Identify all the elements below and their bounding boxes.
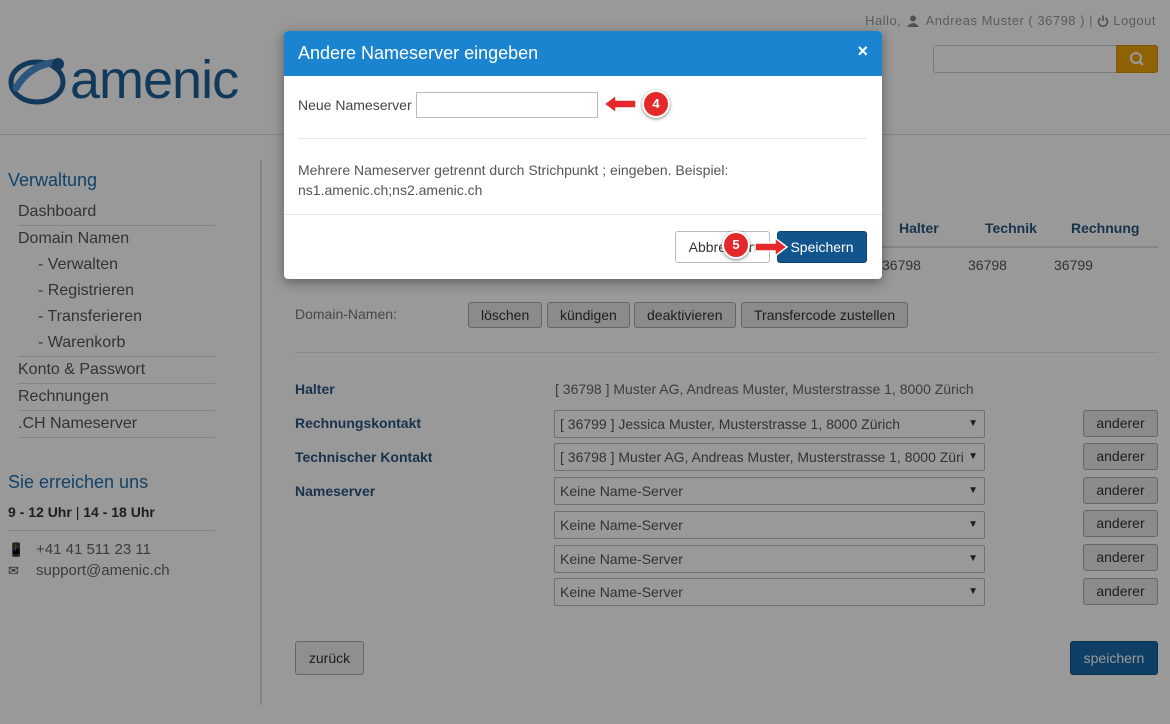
- nameserver-modal: Andere Nameserver eingeben × Neue Namese…: [284, 31, 882, 279]
- modal-title: Andere Nameserver eingeben: [298, 43, 539, 63]
- modal-divider: [298, 138, 866, 139]
- right-arrow-icon: [754, 236, 789, 258]
- new-nameserver-input[interactable]: [416, 92, 598, 118]
- modal-header: Andere Nameserver eingeben ×: [284, 31, 882, 76]
- help-line-1: Mehrere Nameserver getrennt durch Strich…: [298, 162, 729, 178]
- nameserver-field-label: Neue Nameserver: [298, 97, 412, 113]
- step-marker-4: 4: [642, 90, 670, 118]
- close-icon[interactable]: ×: [857, 31, 868, 71]
- modal-save-button[interactable]: Speichern: [777, 231, 867, 263]
- step-marker-5: 5: [722, 231, 750, 259]
- left-arrow-icon: [602, 93, 637, 115]
- modal-help-text: Mehrere Nameserver getrennt durch Strich…: [298, 160, 858, 200]
- help-line-2: ns1.amenic.ch;ns2.amenic.ch: [298, 182, 483, 198]
- modal-footer-divider: [284, 214, 882, 215]
